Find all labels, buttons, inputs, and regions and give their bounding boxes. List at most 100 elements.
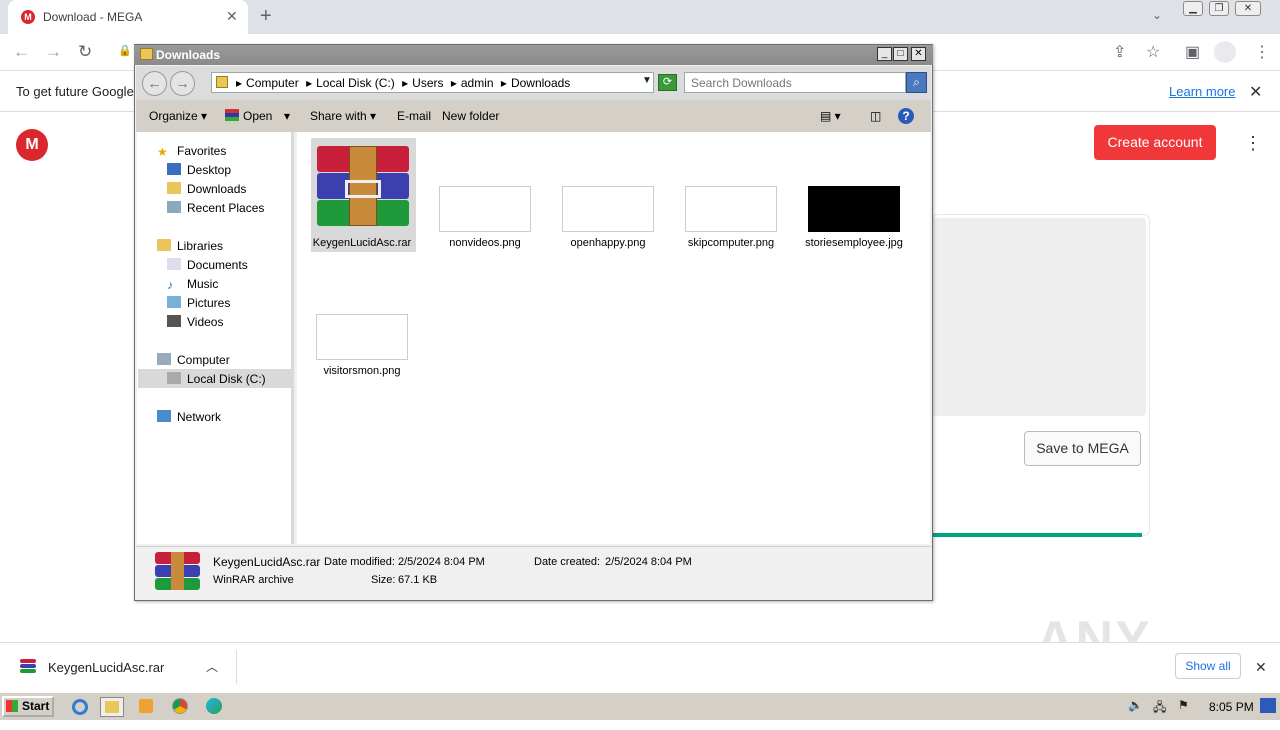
infobar-close-icon[interactable]: ✕ bbox=[1249, 82, 1262, 102]
bookmark-star-icon[interactable]: ☆ bbox=[1146, 42, 1160, 62]
nav-item-libraries[interactable]: Libraries bbox=[157, 239, 223, 253]
open-button[interactable]: Open bbox=[225, 109, 272, 123]
recent-places-icon bbox=[167, 201, 181, 213]
image-thumbnail[interactable] bbox=[439, 186, 531, 232]
side-panel-icon[interactable]: ▣ bbox=[1185, 42, 1200, 62]
network-icon bbox=[157, 410, 171, 422]
volume-icon[interactable]: 🔈 bbox=[1128, 698, 1144, 713]
mega-logo-icon[interactable]: M bbox=[16, 129, 48, 161]
divider bbox=[236, 650, 237, 684]
image-thumbnail[interactable] bbox=[808, 186, 900, 232]
local-disk-icon bbox=[167, 372, 181, 384]
share-with-button[interactable]: Share with ▾ bbox=[310, 109, 376, 123]
explorer-titlebar[interactable] bbox=[134, 45, 933, 65]
nav-item-network[interactable]: Network bbox=[157, 410, 221, 424]
network-tray-icon[interactable]: 🖧 bbox=[1153, 698, 1169, 714]
minimize-browser-icon[interactable]: ▁ bbox=[1183, 1, 1203, 16]
email-button[interactable]: E-mail bbox=[397, 109, 431, 123]
chevron-up-icon[interactable]: ︿ bbox=[206, 658, 218, 675]
organize-button[interactable]: Organize ▾ bbox=[149, 109, 207, 123]
save-to-mega-button[interactable]: Save to MEGA bbox=[1024, 431, 1141, 466]
infobar-text: To get future Google bbox=[16, 84, 134, 99]
nav-item-documents[interactable]: Documents bbox=[167, 258, 248, 272]
mega-favicon-icon: M bbox=[21, 10, 35, 24]
breadcrumb-admin[interactable]: admin bbox=[461, 76, 494, 90]
maximize-window-icon[interactable]: □ bbox=[893, 47, 908, 61]
breadcrumb-downloads[interactable]: Downloads bbox=[511, 76, 570, 90]
date-modified-value: 2/5/2024 8:04 PM bbox=[398, 556, 485, 568]
breadcrumb-local-disk[interactable]: Local Disk (C:) bbox=[316, 76, 395, 90]
explorer-forward-icon[interactable]: → bbox=[170, 71, 195, 96]
download-bar-close-icon[interactable]: ✕ bbox=[1255, 659, 1267, 676]
share-icon[interactable]: ⇪ bbox=[1113, 42, 1126, 62]
open-dropdown-icon[interactable]: ▾ bbox=[284, 109, 290, 123]
explorer-title: Downloads bbox=[156, 48, 221, 62]
nav-item-local-disk[interactable]: Local Disk (C:) bbox=[167, 372, 266, 386]
folder-icon bbox=[216, 76, 228, 88]
browser-tab[interactable]: M Download - MEGA ✕ bbox=[8, 0, 248, 34]
search-icon[interactable]: ⌕ bbox=[906, 72, 927, 93]
tab-search-chevron-icon[interactable]: ⌄ bbox=[1152, 8, 1162, 22]
minimize-window-icon[interactable]: _ bbox=[877, 47, 892, 61]
restore-browser-icon[interactable]: ❐ bbox=[1209, 1, 1229, 16]
search-input[interactable] bbox=[684, 72, 906, 93]
nav-item-favorites[interactable]: ★ Favorites bbox=[157, 144, 226, 159]
download-item[interactable]: KeygenLucidAsc.rar bbox=[48, 660, 164, 675]
create-account-button[interactable]: Create account bbox=[1094, 125, 1216, 160]
nav-item-videos[interactable]: Videos bbox=[167, 315, 223, 329]
close-browser-icon[interactable]: ✕ bbox=[1235, 1, 1261, 16]
learn-more-link[interactable]: Learn more bbox=[1169, 84, 1235, 99]
image-thumbnail[interactable] bbox=[316, 314, 408, 360]
nav-item-downloads[interactable]: Downloads bbox=[167, 182, 246, 196]
file-item[interactable]: KeygenLucidAsc.rar bbox=[307, 237, 417, 249]
close-window-icon[interactable]: ✕ bbox=[911, 47, 926, 61]
nav-item-pictures[interactable]: Pictures bbox=[167, 296, 230, 310]
nav-item-computer[interactable]: Computer bbox=[157, 353, 230, 367]
explorer-taskbar-icon[interactable] bbox=[100, 697, 124, 717]
winrar-archive-icon[interactable] bbox=[317, 146, 409, 226]
breadcrumb-computer[interactable]: Computer bbox=[246, 76, 299, 90]
nav-item-music[interactable]: ♪ Music bbox=[167, 277, 218, 292]
computer-icon bbox=[157, 353, 171, 365]
reload-icon[interactable]: ↻ bbox=[78, 42, 92, 62]
flag-icon[interactable]: ⚑ bbox=[1178, 698, 1194, 713]
image-thumbnail[interactable] bbox=[685, 186, 777, 232]
file-item[interactable]: visitorsmon.png bbox=[307, 365, 417, 377]
preview-pane-icon[interactable]: ◫ bbox=[870, 109, 881, 123]
lock-icon[interactable]: 🔒 bbox=[118, 44, 132, 57]
breadcrumb-users[interactable]: Users bbox=[412, 76, 443, 90]
chrome-icon[interactable] bbox=[168, 697, 192, 717]
tab-close-icon[interactable]: ✕ bbox=[226, 8, 238, 25]
clock: 8:05 PM bbox=[1209, 700, 1254, 714]
download-bar bbox=[0, 642, 1280, 692]
file-item[interactable]: skipcomputer.png bbox=[676, 237, 786, 249]
back-icon[interactable]: ← bbox=[13, 42, 30, 62]
new-tab-icon[interactable]: + bbox=[260, 5, 272, 28]
internet-explorer-icon[interactable] bbox=[68, 697, 92, 717]
new-folder-button[interactable]: New folder bbox=[442, 109, 499, 123]
address-dropdown-icon[interactable]: ▼ bbox=[642, 75, 652, 86]
videos-icon bbox=[167, 315, 181, 327]
show-all-button[interactable]: Show all bbox=[1175, 653, 1241, 679]
view-icon[interactable]: ▤ ▾ bbox=[820, 109, 841, 123]
image-thumbnail[interactable] bbox=[562, 186, 654, 232]
help-icon[interactable]: ? bbox=[898, 108, 914, 124]
mega-menu-icon[interactable]: ⋮ bbox=[1244, 133, 1262, 154]
file-item[interactable]: openhappy.png bbox=[553, 237, 663, 249]
chrome-menu-icon[interactable]: ⋮ bbox=[1254, 42, 1270, 62]
desktop-icon bbox=[167, 163, 181, 175]
nav-item-desktop[interactable]: Desktop bbox=[167, 163, 231, 177]
file-item[interactable]: storiesemployee.jpg bbox=[803, 237, 905, 249]
explorer-back-icon[interactable]: ← bbox=[142, 71, 167, 96]
pictures-icon bbox=[167, 296, 181, 308]
refresh-icon[interactable]: ⟳ bbox=[658, 74, 677, 91]
show-desktop-icon[interactable] bbox=[1260, 698, 1276, 713]
winrar-archive-icon bbox=[20, 659, 36, 673]
breadcrumb[interactable]: ▸ Computer ▸ Local Disk (C:) ▸ Users ▸ admin… bbox=[236, 76, 574, 90]
forward-icon[interactable]: → bbox=[45, 42, 62, 62]
profile-avatar-icon[interactable] bbox=[1214, 41, 1236, 63]
edge-icon[interactable] bbox=[202, 697, 226, 717]
file-item[interactable]: nonvideos.png bbox=[430, 237, 540, 249]
nav-item-recent-places[interactable]: Recent Places bbox=[167, 201, 264, 215]
media-player-icon[interactable] bbox=[134, 697, 158, 717]
